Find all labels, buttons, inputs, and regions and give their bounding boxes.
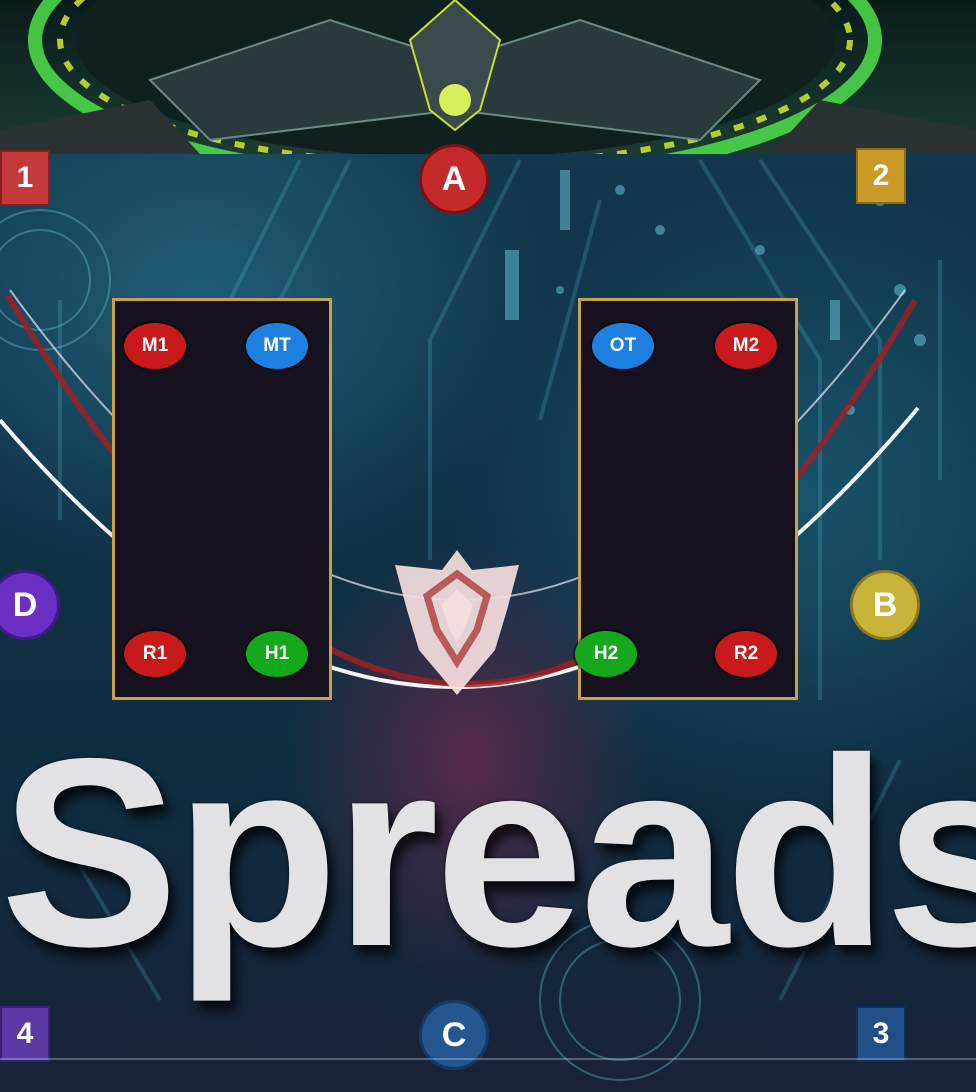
waymark-2: 2: [856, 148, 906, 204]
role-h2: H2: [575, 631, 637, 677]
waymark-b: B: [850, 570, 920, 640]
role-m2: M2: [715, 323, 777, 369]
role-ot: OT: [592, 323, 654, 369]
arena-background: M1 MT R1 H1 OT M2 H2 R2 1 2 4 3 A B C D …: [0, 0, 976, 1092]
title-text: Spreads: [0, 702, 976, 1002]
role-mt: MT: [246, 323, 308, 369]
waymark-3: 3: [856, 1006, 906, 1062]
shield-icon: [395, 550, 519, 695]
role-r2: R2: [715, 631, 777, 677]
role-r1: R1: [124, 631, 186, 677]
waymark-1: 1: [0, 150, 50, 206]
bottom-divider: [0, 1058, 976, 1060]
waymark-a: A: [419, 144, 489, 214]
role-m1: M1: [124, 323, 186, 369]
waymark-4: 4: [0, 1006, 50, 1062]
role-h1: H1: [246, 631, 308, 677]
